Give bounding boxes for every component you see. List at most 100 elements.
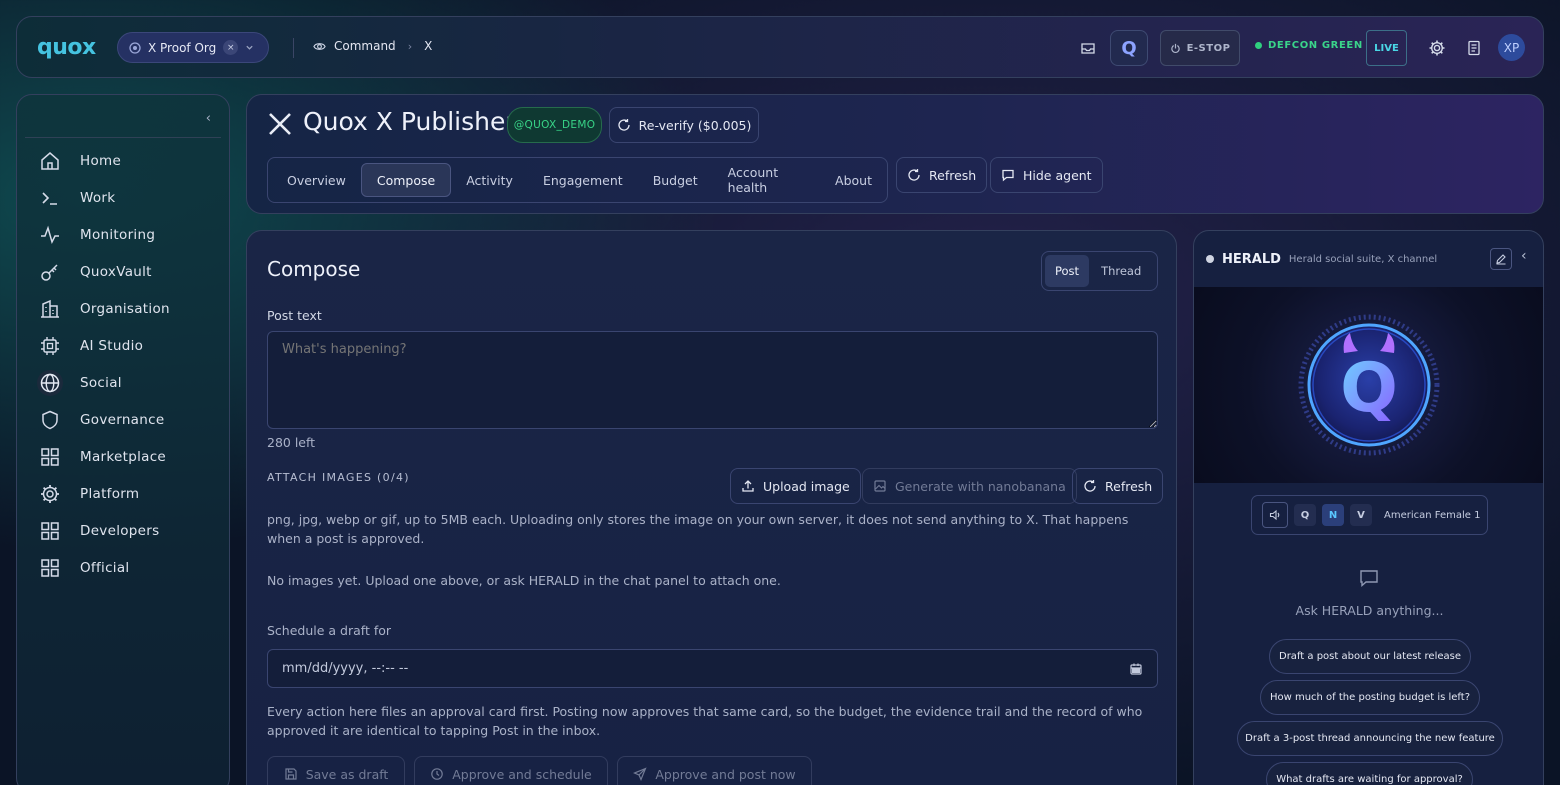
status-dot [1255,42,1262,49]
divider [25,137,221,138]
approve-post-button[interactable]: Approve and post now [617,756,812,785]
upload-note: png, jpg, webp or gif, up to 5MB each. U… [267,512,1129,546]
compose-panel: Compose Post Thread Post text 280 left A… [246,230,1177,785]
shield-icon [37,407,63,433]
suggestion-chip[interactable]: Draft a post about our latest release [1269,639,1471,674]
refresh-label: Refresh [929,167,977,183]
sidebar-item-ai-studio[interactable]: AI Studio [37,333,143,359]
chevron-right-icon: › [407,39,413,53]
no-images-text: No images yet. Upload one above, or ask … [267,573,781,588]
upload-image-button[interactable]: Upload image [730,468,861,504]
breadcrumb-command[interactable]: Command [334,39,396,53]
org-clear-button[interactable]: × [223,40,239,55]
eye-icon [313,42,326,50]
refresh-images-button[interactable]: Refresh [1072,468,1164,504]
sidebar-item-platform[interactable]: Platform [37,481,139,507]
sidebar-item-quoxvault[interactable]: QuoxVault [37,259,152,285]
sidebar-item-home[interactable]: Home [37,148,121,174]
breadcrumb-x[interactable]: X [424,39,432,53]
post-text-input[interactable] [267,331,1158,429]
attach-images-label: ATTACH IMAGES (0/4) [267,471,410,484]
tab-overview[interactable]: Overview [272,163,361,197]
quox-logo[interactable]: quox [37,35,96,60]
inbox-icon[interactable] [1078,38,1098,58]
sidebar-item-developers[interactable]: Developers [37,518,159,544]
account-handle-badge: @QUOX_DEMO [507,107,602,143]
herald-avatar: Q [1298,314,1440,456]
edit-icon[interactable] [1490,248,1512,270]
tab-about[interactable]: About [820,163,887,197]
hide-agent-label: Hide agent [1023,167,1092,183]
org-switcher[interactable]: X Proof Org × [117,32,269,63]
mode-thread[interactable]: Thread [1091,255,1151,287]
sidebar-item-official[interactable]: Official [37,555,129,581]
voice-name: American Female 1 [1384,509,1481,521]
sidebar-item-label: QuoxVault [80,264,152,280]
sidebar-item-label: Social [80,375,122,391]
voice-key-q[interactable]: Q [1294,504,1316,526]
schedule-datetime-input[interactable]: mm/dd/yyyy, --:-- -- [267,649,1158,688]
post-mode-toggle: Post Thread [1041,251,1158,291]
herald-agent-panel: HERALD Herald social suite, X channel ‹ [1193,230,1544,785]
avatar[interactable]: XP [1498,34,1525,61]
sidebar-item-label: Developers [80,523,160,539]
hide-agent-button[interactable]: Hide agent [990,157,1103,193]
estop-button[interactable]: E-STOP [1160,30,1240,66]
suggestion-chip[interactable]: Draft a 3-post thread announcing the new… [1237,721,1503,756]
reverify-button[interactable]: Re-verify ($0.005) [609,107,759,143]
chat-icon [1358,567,1380,589]
mode-post[interactable]: Post [1045,255,1090,287]
tab-account-health[interactable]: Account health [713,163,820,197]
herald-subtitle: Herald social suite, X channel [1288,253,1438,265]
generate-image-button[interactable]: Generate with nanobanana [862,468,1077,504]
suggestion-chip[interactable]: How much of the posting budget is left? [1260,680,1480,715]
sidebar-item-marketplace[interactable]: Marketplace [37,444,166,470]
grid-icon [37,555,63,581]
voice-key-n[interactable]: N [1322,504,1344,526]
refresh-label: Refresh [1105,478,1153,494]
chip-icon [37,333,63,359]
sidebar-item-social[interactable]: Social [37,370,122,396]
herald-name: HERALD [1222,251,1281,267]
tab-engagement[interactable]: Engagement [528,163,638,197]
generate-label: Generate with nanobanana [895,478,1066,494]
grid-icon [37,518,63,544]
collapse-sidebar-icon[interactable]: ‹ [206,111,211,126]
tab-compose[interactable]: Compose [360,163,452,197]
save-draft-button[interactable]: Save as draft [267,756,405,785]
sidebar-item-monitoring[interactable]: Monitoring [37,222,155,248]
speaker-icon[interactable] [1262,502,1288,528]
x-logo-icon [267,111,293,137]
live-toggle[interactable]: LIVE [1366,30,1407,66]
sidebar-item-governance[interactable]: Governance [37,407,164,433]
org-icon [129,41,141,54]
suggestion-chip[interactable]: What drafts are waiting for approval? [1266,762,1473,785]
gear-icon[interactable] [1427,38,1447,58]
post-text-label: Post text [267,308,322,323]
ask-herald-prompt: Ask HERALD anything... [1295,603,1444,618]
document-icon[interactable] [1464,38,1484,58]
schedule-value: mm/dd/yyyy, --:-- -- [282,661,409,676]
approve-schedule-button[interactable]: Approve and schedule [414,756,608,785]
sidebar-item-organisation[interactable]: Organisation [37,296,170,322]
collapse-panel-icon[interactable]: ‹ [1521,248,1527,264]
sidebar-item-work[interactable]: Work [37,185,115,211]
key-icon [37,259,63,285]
chat-icon [1002,169,1014,182]
tab-activity[interactable]: Activity [451,163,528,197]
voice-controls: Q N V American Female 1 [1251,495,1488,535]
chevron-down-icon[interactable] [245,43,254,52]
herald-avatar-letter: Q [1340,349,1398,428]
org-name: X Proof Org [148,40,217,55]
tab-budget[interactable]: Budget [638,163,713,197]
q-logo: Q [1121,37,1137,59]
send-icon [633,767,647,781]
voice-key-v[interactable]: V [1350,504,1372,526]
compose-title: Compose [267,257,361,281]
refresh-icon [1084,480,1096,492]
sidebar: ‹ Home Work Monitoring QuoxVault Organis… [16,94,230,785]
herald-quick-button[interactable]: Q [1110,30,1148,66]
refresh-button[interactable]: Refresh [896,157,988,193]
calendar-icon[interactable] [1129,662,1143,676]
top-bar: quox X Proof Org × Command › X Q E-STOP … [16,16,1544,78]
